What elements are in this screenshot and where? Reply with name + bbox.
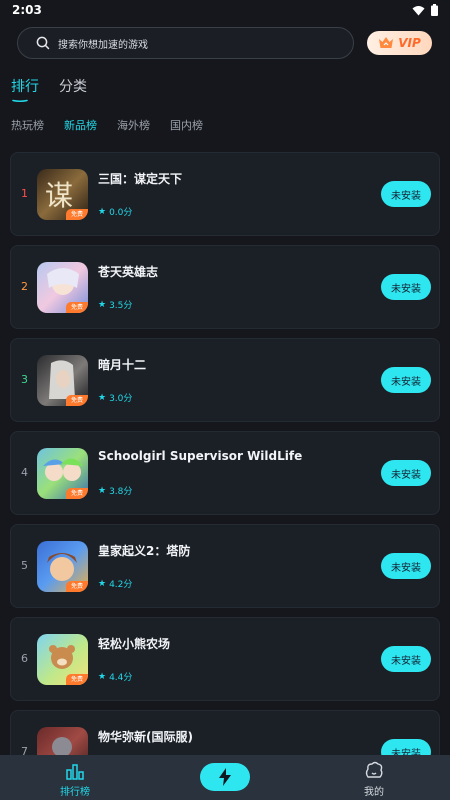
free-tag: 免费 xyxy=(66,209,88,220)
free-tag: 免费 xyxy=(66,302,88,313)
vip-label: VIP xyxy=(398,36,421,50)
rating-value: 4.2分 xyxy=(109,580,133,590)
tab-category[interactable]: 分类 xyxy=(59,76,87,96)
game-title: 三国：谋定天下 xyxy=(98,172,183,186)
search-placeholder: 搜索你想加速的游戏 xyxy=(58,39,148,51)
tab-ranking[interactable]: 排行 xyxy=(11,76,39,96)
crown-icon xyxy=(379,37,394,48)
bar-chart-icon xyxy=(66,764,84,780)
subtab-overseas[interactable]: 海外榜 xyxy=(117,117,150,133)
nav-mine-label: 我的 xyxy=(364,787,384,798)
vip-button[interactable]: VIP xyxy=(367,31,432,55)
game-rating: ★ 3.8分 xyxy=(98,484,133,498)
game-card[interactable]: 3 免费 暗月十二 ★ 3.0分 未安装 xyxy=(10,338,440,422)
free-tag: 免费 xyxy=(66,674,88,685)
battery-icon xyxy=(431,4,438,16)
star-icon: ★ xyxy=(98,392,107,403)
nav-ranking-label: 排行榜 xyxy=(60,787,90,798)
game-icon: 免费 xyxy=(37,634,88,685)
rating-value: 4.4分 xyxy=(109,673,133,683)
active-tab-indicator xyxy=(12,99,28,102)
search-input[interactable]: 搜索你想加速的游戏 xyxy=(17,27,354,59)
game-rating: ★ 0.0分 xyxy=(98,205,133,219)
free-tag: 免费 xyxy=(66,395,88,406)
lightning-icon xyxy=(219,768,231,786)
game-title: 暗月十二 xyxy=(98,358,147,372)
subtab-domestic[interactable]: 国内榜 xyxy=(170,117,203,133)
star-icon: ★ xyxy=(98,578,107,589)
svg-text:谋: 谋 xyxy=(45,179,73,212)
free-tag: 免费 xyxy=(66,581,88,592)
boost-button[interactable] xyxy=(200,763,250,791)
game-rating: ★ 4.4分 xyxy=(98,670,133,684)
star-icon: ★ xyxy=(98,299,107,310)
rating-value: 3.5分 xyxy=(109,301,133,311)
game-card[interactable]: 2 免费 苍天英雄志 ★ 3.5分 未安装 xyxy=(10,245,440,329)
game-title: 苍天英雄志 xyxy=(98,265,159,279)
rating-value: 0.0分 xyxy=(109,208,133,218)
subtab-new[interactable]: 新品榜 xyxy=(64,117,97,133)
status-time: 2:03 xyxy=(12,3,42,17)
game-title: 皇家起义2：塔防 xyxy=(98,544,191,558)
game-icon: 免费 xyxy=(37,262,88,313)
sub-tabs: 热玩榜 新品榜 海外榜 国内榜 xyxy=(11,117,203,133)
free-tag: 免费 xyxy=(66,488,88,499)
game-card[interactable]: 5 免费 皇家起义2：塔防 ★ 4.2分 未安装 xyxy=(10,524,440,608)
search-icon xyxy=(36,36,50,50)
install-button[interactable]: 未安装 xyxy=(381,367,431,393)
game-icon: 免费 xyxy=(37,448,88,499)
game-card[interactable]: 6 免费 轻松小熊农场 ★ 4.4分 未安装 xyxy=(10,617,440,701)
game-icon: 免费 xyxy=(37,355,88,406)
game-rating: ★ 3.0分 xyxy=(98,391,133,405)
main-tabs: 排行 分类 xyxy=(11,76,87,96)
status-icons xyxy=(412,4,438,16)
game-card[interactable]: 1 谋 免费 三国：谋定天下 ★ 0.0分 未安装 xyxy=(10,152,440,236)
game-rating: ★ 4.2分 xyxy=(98,577,133,591)
rating-value: 3.0分 xyxy=(109,394,133,404)
star-icon: ★ xyxy=(98,671,107,682)
game-rank: 4 xyxy=(21,466,28,479)
install-button[interactable]: 未安装 xyxy=(381,181,431,207)
game-icon: 谋 免费 xyxy=(37,169,88,220)
nav-ranking[interactable]: 排行榜 xyxy=(55,755,95,800)
rating-value: 3.8分 xyxy=(109,487,133,497)
install-button[interactable]: 未安装 xyxy=(381,460,431,486)
game-title: 轻松小熊农场 xyxy=(98,637,171,651)
game-title: Schoolgirl Supervisor WildLife xyxy=(98,449,303,463)
install-button[interactable]: 未安装 xyxy=(381,646,431,672)
install-button[interactable]: 未安装 xyxy=(381,553,431,579)
game-title: 物华弥新(国际服) xyxy=(98,730,193,744)
game-rank: 5 xyxy=(21,559,28,572)
profile-shape-icon xyxy=(365,761,383,778)
star-icon: ★ xyxy=(98,206,107,217)
star-icon: ★ xyxy=(98,485,107,496)
nav-mine[interactable]: 我的 xyxy=(354,755,394,800)
game-card[interactable]: 4 免费 Schoolgirl Supervisor WildLife ★ 3.… xyxy=(10,431,440,515)
install-button[interactable]: 未安装 xyxy=(381,274,431,300)
status-bar: 2:03 xyxy=(0,0,450,22)
game-rank: 2 xyxy=(21,280,28,293)
subtab-hot[interactable]: 热玩榜 xyxy=(11,117,44,133)
bottom-nav: 排行榜 我的 xyxy=(0,755,450,800)
game-rating: ★ 3.5分 xyxy=(98,298,133,312)
wifi-icon xyxy=(412,5,425,15)
game-rank: 1 xyxy=(21,187,28,200)
game-icon: 免费 xyxy=(37,541,88,592)
game-rank: 3 xyxy=(21,373,28,386)
game-rank: 6 xyxy=(21,652,28,665)
